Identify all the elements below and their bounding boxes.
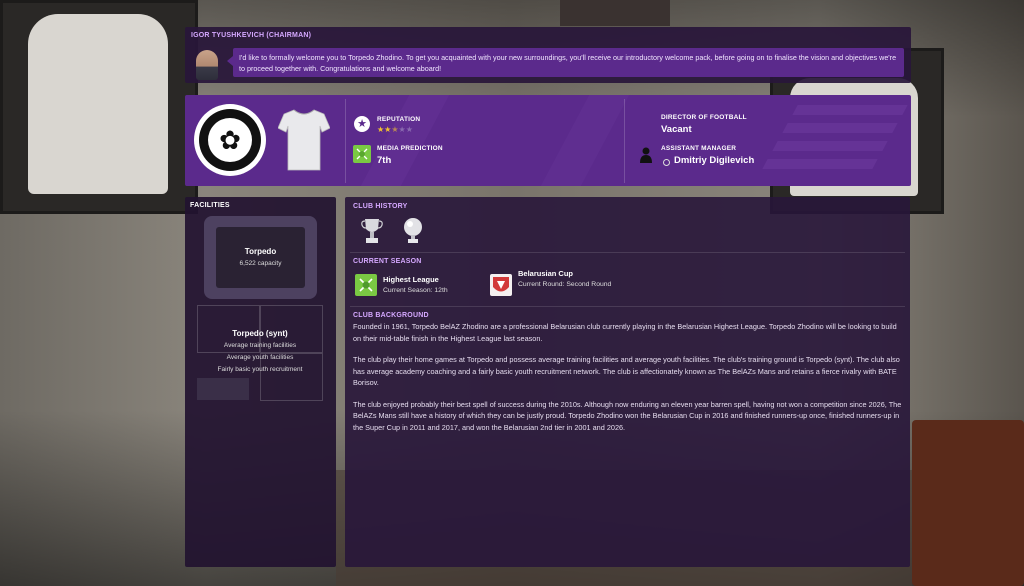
chairman-message-text: I'd like to formally welcome you to Torp… — [239, 53, 897, 73]
assistant-manager-label: ASSISTANT MANAGER — [661, 145, 737, 152]
training-facilities-text: Average training facilities — [223, 342, 297, 349]
assistant-manager-value[interactable]: Dmitriy Digilevich — [674, 155, 754, 166]
background-paragraph: The club enjoyed probably their best spe… — [353, 399, 902, 432]
background-paragraph: The club play their home games at Torped… — [353, 355, 900, 387]
competition-stage: Current Season: 12th — [383, 287, 448, 294]
decor-stripe — [360, 95, 450, 186]
highest-league-icon[interactable] — [355, 274, 377, 296]
league-trophy-icon[interactable] — [361, 217, 383, 245]
club-crest[interactable]: ✿ — [194, 104, 266, 176]
section-separator — [350, 252, 905, 253]
youth-recruitment-text: Fairly basic youth recruitment — [217, 366, 303, 373]
reputation-star: ★ — [405, 125, 413, 134]
stadium-name: Torpedo — [244, 247, 277, 256]
chairman-name: IGOR TYUSHKEVICH (CHAIRMAN) — [191, 32, 312, 39]
media-prediction-icon — [353, 145, 371, 163]
decor-stripe — [782, 123, 898, 133]
decor-stripe — [762, 159, 878, 169]
reputation-label: REPUTATION — [377, 116, 421, 123]
person-status-icon — [663, 159, 670, 166]
decor-stripe — [540, 95, 630, 186]
framed-shirt-left — [28, 14, 168, 194]
reputation-star-icon: ★ — [354, 116, 370, 132]
competition-name[interactable]: Highest League — [383, 275, 439, 284]
club-background-title: CLUB BACKGROUND — [353, 312, 429, 319]
reputation-star: ★ — [398, 125, 406, 134]
ceiling-beam — [560, 0, 670, 26]
chair-right — [912, 420, 1024, 586]
chairman-avatar — [196, 50, 218, 80]
training-ground-name: Torpedo (synt) — [232, 329, 288, 338]
facilities-title: FACILITIES — [190, 202, 230, 209]
decor-stripe — [792, 105, 908, 115]
youth-facilities-text: Average youth facilities — [226, 354, 294, 361]
director-of-football-label: DIRECTOR OF FOOTBALL — [661, 114, 747, 121]
stadium-card[interactable]: Torpedo 6,522 capacity — [204, 216, 317, 299]
competition-name[interactable]: Belarusian Cup — [518, 269, 573, 278]
decor-stripe — [772, 141, 888, 151]
chairman-message-bubble: I'd like to formally welcome you to Torp… — [227, 48, 904, 77]
reputation-stars: ★★★★★ — [377, 125, 413, 134]
media-prediction-label: MEDIA PREDICTION — [377, 145, 443, 152]
header-divider — [624, 99, 625, 183]
facilities-panel: FACILITIES Torpedo 6,522 capacity Torped… — [185, 197, 336, 567]
club-background-text: Founded in 1961, Torpedo BelAZ Zhodino a… — [353, 321, 905, 443]
person-silhouette-icon — [640, 147, 652, 163]
chairman-message-panel: IGOR TYUSHKEVICH (CHAIRMAN) I'd like to … — [185, 27, 911, 83]
header-divider — [345, 99, 346, 183]
crest-flower-icon: ✿ — [219, 125, 241, 155]
kit-shirt-icon[interactable] — [278, 108, 330, 172]
reputation-star: ★ — [391, 125, 399, 134]
section-separator — [350, 306, 905, 307]
belarusian-cup-icon[interactable] — [490, 274, 512, 296]
club-info-panel: CLUB HISTORY CURRENT SEASON Highest Leag… — [345, 197, 910, 567]
media-prediction-value: 7th — [377, 155, 392, 166]
competition-stage: Current Round: Second Round — [518, 281, 612, 288]
club-history-title: CLUB HISTORY — [353, 203, 408, 210]
director-of-football-value[interactable]: Vacant — [661, 124, 692, 135]
current-season-title: CURRENT SEASON — [353, 258, 422, 265]
club-header-panel: ✿ ★ REPUTATION ★★★★★ MEDIA PREDICTION 7t… — [185, 95, 911, 186]
stadium-capacity: 6,522 capacity — [239, 260, 282, 267]
training-building — [197, 378, 249, 400]
background-paragraph: Founded in 1961, Torpedo BelAZ Zhodino a… — [353, 322, 897, 343]
cup-trophy-icon[interactable] — [402, 217, 424, 245]
